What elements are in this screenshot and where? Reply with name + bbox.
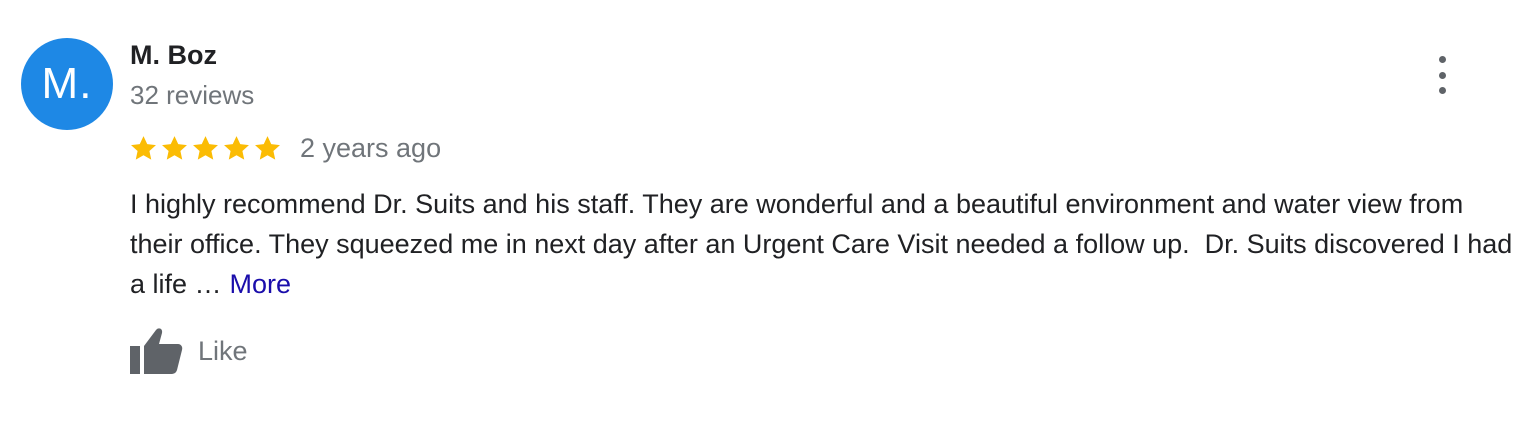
review-text: I highly recommend Dr. Suits and his sta…: [130, 184, 1520, 304]
star-rating: [129, 134, 282, 163]
more-options-button[interactable]: [1426, 56, 1458, 94]
review-count[interactable]: 32 reviews: [130, 80, 254, 111]
thumbs-up-icon: [130, 328, 183, 374]
like-label: Like: [198, 335, 248, 366]
star-icon: [193, 135, 218, 160]
star-icon: [224, 135, 249, 160]
review-date: 2 years ago: [300, 132, 442, 163]
star-icon: [131, 135, 156, 160]
more-vert-icon-dot: [1438, 87, 1446, 94]
avatar-initials: M.: [41, 59, 93, 108]
star-icon: [255, 135, 280, 160]
avatar[interactable]: M.: [21, 38, 113, 130]
star-icon: [162, 135, 187, 160]
more-vert-icon: [1438, 56, 1446, 63]
like-button[interactable]: Like: [128, 326, 248, 376]
more-vert-icon-dot: [1438, 71, 1446, 79]
rating-row: 2 years ago: [129, 128, 441, 168]
review-card: M. M. Boz 32 reviews 2 years ago I highl…: [0, 0, 1540, 444]
more-link[interactable]: More: [230, 269, 292, 299]
review-body: I highly recommend Dr. Suits and his sta…: [130, 189, 1520, 299]
author-name[interactable]: M. Boz: [130, 40, 217, 71]
